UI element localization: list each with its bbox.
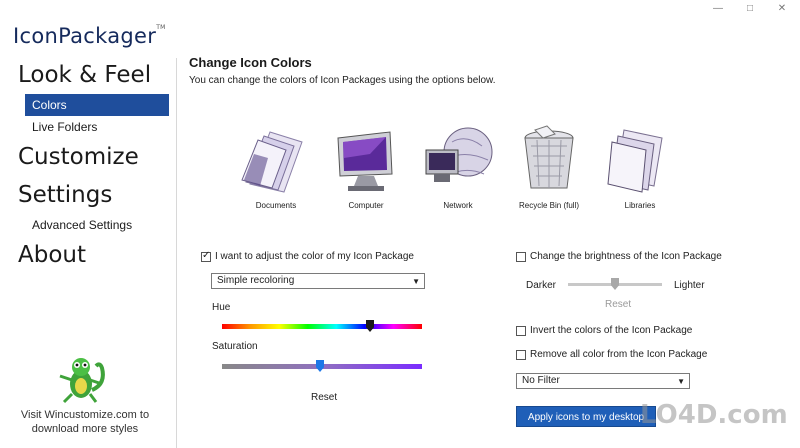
recycle-bin-icon (513, 124, 585, 196)
chevron-down-icon: ▼ (412, 277, 420, 286)
saturation-slider-thumb[interactable] (316, 360, 324, 372)
hue-slider-track[interactable] (222, 324, 422, 329)
close-button[interactable]: ✕ (770, 2, 794, 16)
saturation-label: Saturation (212, 341, 258, 352)
sidebar-divider (176, 58, 177, 448)
icon-label: Documents (255, 201, 297, 210)
promo-text[interactable]: Visit Wincustomize.com to download more … (20, 408, 150, 436)
gecko-mascot-icon[interactable] (52, 354, 110, 406)
filter-value: No Filter (522, 375, 560, 386)
minimize-button[interactable]: — (706, 2, 730, 16)
nav-customize[interactable]: Customize (18, 144, 139, 170)
chevron-down-icon: ▼ (677, 377, 685, 386)
lighter-label: Lighter (674, 280, 705, 291)
nav-advanced-settings[interactable]: Advanced Settings (25, 214, 169, 236)
hue-label: Hue (212, 302, 231, 313)
brightness-slider-thumb[interactable] (611, 278, 619, 290)
libraries-icon (604, 124, 676, 196)
recoloring-mode-select[interactable]: Simple recoloring ▼ (211, 273, 425, 289)
adjust-color-checkbox[interactable]: I want to adjust the color of my Icon Pa… (201, 250, 414, 262)
nav-about[interactable]: About (18, 242, 86, 268)
nav-live-folders[interactable]: Live Folders (25, 116, 169, 138)
maximize-button[interactable]: □ (738, 2, 762, 16)
nav-settings[interactable]: Settings (18, 182, 112, 208)
network-icon (422, 124, 494, 196)
icon-label: Recycle Bin (full) (518, 201, 579, 210)
preview-computer: Computer (316, 124, 416, 210)
preview-recycle-bin: Recycle Bin (full) (499, 124, 599, 210)
remove-color-checkbox[interactable]: Remove all color from the Icon Package (516, 349, 707, 360)
checkbox-box[interactable] (516, 349, 526, 360)
nav-colors[interactable]: Colors (25, 94, 169, 116)
reset-color-button[interactable]: Reset (311, 392, 337, 403)
remove-color-label: Remove all color from the Icon Package (530, 349, 708, 360)
preview-documents: Documents (226, 124, 326, 210)
trademark: TM (156, 24, 166, 31)
recoloring-mode-value: Simple recoloring (217, 275, 295, 286)
app-logo: IconPackagerTM (13, 24, 166, 48)
reset-brightness-button[interactable]: Reset (605, 299, 631, 310)
preview-network: Network (408, 124, 508, 210)
checkbox-box[interactable] (201, 250, 211, 262)
checkbox-box[interactable] (516, 325, 526, 336)
watermark: LO4D.com (640, 400, 788, 430)
computer-icon (330, 124, 402, 196)
title-bar: — □ ✕ (0, 0, 800, 18)
brightness-checkbox[interactable]: Change the brightness of the Icon Packag… (516, 251, 722, 262)
hue-slider-thumb[interactable] (366, 320, 374, 332)
app-title: IconPackager (13, 24, 157, 48)
brightness-label: Change the brightness of the Icon Packag… (530, 251, 722, 262)
icon-label: Network (443, 201, 473, 210)
adjust-color-label: I want to adjust the color of my Icon Pa… (215, 251, 414, 262)
filter-select[interactable]: No Filter ▼ (516, 373, 690, 389)
nav-look-and-feel[interactable]: Look & Feel (18, 62, 151, 88)
apply-icons-button[interactable]: Apply icons to my desktop (516, 406, 656, 427)
documents-icon (240, 124, 312, 196)
invert-colors-label: Invert the colors of the Icon Package (530, 325, 693, 336)
invert-colors-checkbox[interactable]: Invert the colors of the Icon Package (516, 325, 692, 336)
icon-label: Computer (348, 201, 384, 210)
page-description: You can change the colors of Icon Packag… (189, 75, 496, 86)
icon-label: Libraries (624, 201, 656, 210)
page-title: Change Icon Colors (189, 55, 312, 70)
checkbox-box[interactable] (516, 251, 526, 262)
preview-libraries: Libraries (590, 124, 690, 210)
darker-label: Darker (526, 280, 557, 291)
